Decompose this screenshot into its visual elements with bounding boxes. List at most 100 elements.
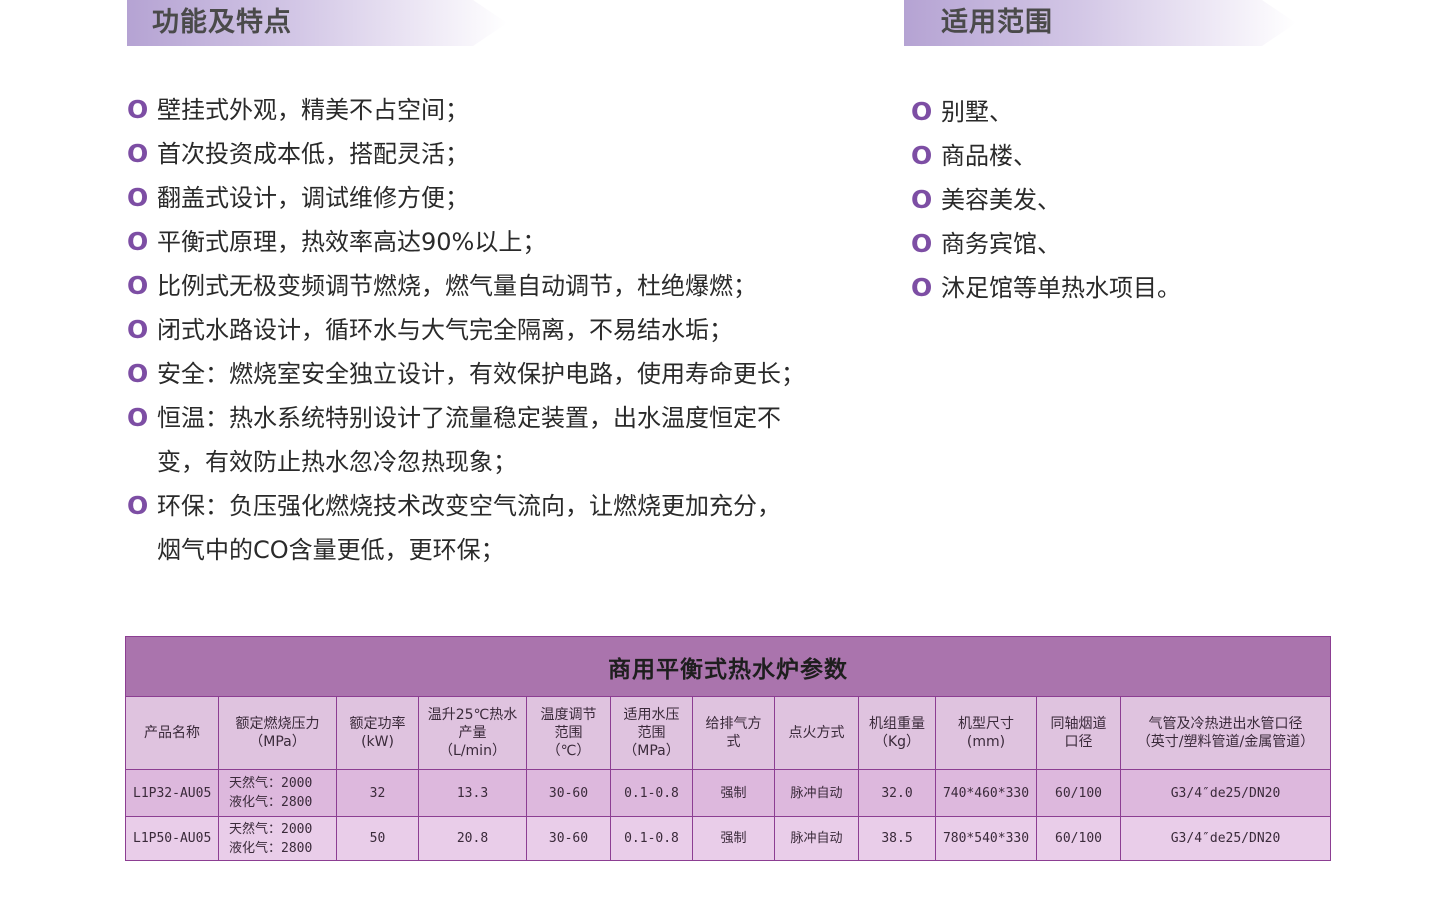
bullet-icon: O bbox=[127, 271, 149, 300]
features-list: O 壁挂式外观，精美不占空间； O 首次投资成本低，搭配灵活； O 翻盖式设计，调试维修方… bbox=[127, 88, 847, 572]
header-text-line: 同轴烟道 bbox=[1050, 716, 1107, 732]
header-text-line: （MPa） bbox=[249, 734, 306, 750]
table-cell: 30-60 bbox=[526, 769, 611, 817]
spec-table-title: 商用平衡式热水炉参数 bbox=[124, 636, 1332, 697]
heading-arrow-notch bbox=[473, 0, 507, 46]
bullet-icon: O bbox=[127, 403, 149, 432]
table-cell: 天然气：2000 液化气：2800 bbox=[218, 769, 337, 817]
table-header-cell: 额定功率 (kW) bbox=[336, 696, 419, 770]
header-text-line: (kW) bbox=[361, 734, 394, 750]
scope-item: O 商品楼、 bbox=[911, 134, 1331, 178]
scope-text: 商品楼、 bbox=[941, 142, 1037, 170]
header-text-line: 口径 bbox=[1064, 734, 1093, 750]
scope-text: 别墅、 bbox=[941, 98, 1013, 126]
bullet-icon: O bbox=[127, 359, 149, 388]
table-header-cell: 温度调节范围 （℃） bbox=[526, 696, 611, 770]
scope-heading: 适用范围 bbox=[941, 7, 1053, 38]
table-cell: 脉冲自动 bbox=[774, 769, 859, 817]
table-cell: 60/100 bbox=[1036, 769, 1121, 817]
cell-text-line: 液化气：2800 bbox=[229, 795, 313, 810]
header-text-line: （英寸/塑料管道/金属管道） bbox=[1136, 734, 1315, 750]
table-cell: 60/100 bbox=[1036, 816, 1121, 861]
header-text-line: 给排气方 bbox=[705, 716, 762, 732]
bullet-icon: O bbox=[911, 273, 933, 302]
table-cell: 0.1-0.8 bbox=[610, 816, 693, 861]
scope-item: O 沐足馆等单热水项目。 bbox=[911, 266, 1331, 310]
feature-text-line: 安全：燃烧室安全独立设计，有效保护电路，使用寿命更长； bbox=[157, 360, 805, 388]
cell-text-line: 天然气：2000 bbox=[229, 821, 313, 837]
table-cell: 强制 bbox=[692, 816, 775, 861]
header-text-line: 范围 bbox=[554, 725, 583, 741]
cell-text-line: 液化气：2800 bbox=[229, 840, 313, 856]
feature-item: O 壁挂式外观，精美不占空间； bbox=[127, 88, 847, 132]
feature-text-line: 变，有效防止热水忽冷忽热现象； bbox=[157, 448, 517, 476]
spec-table-container: 商用平衡式热水炉参数 产品名称 额定燃烧压力 （MPa） 额定功率 (kW) 温升25℃热… bbox=[124, 636, 1332, 861]
table-header-cell: 点火方式 bbox=[774, 696, 859, 770]
table-row: L1P32-AU05 天然气：2000 液化气：2800 32 13.3 30-60 0.1… bbox=[125, 769, 1332, 817]
table-cell: G3/4″de25/DN20 bbox=[1119, 816, 1332, 861]
bullet-icon: O bbox=[911, 97, 933, 126]
table-cell: 20.8 bbox=[418, 816, 527, 861]
table-header-cell: 适用水压范围 （MPa） bbox=[610, 696, 693, 770]
table-cell: 740*460*330 bbox=[935, 769, 1037, 817]
table-header-row: 产品名称 额定燃烧压力 （MPa） 额定功率 (kW) 温升25℃热水 产量 （L/min）温… bbox=[125, 696, 1332, 770]
table-cell: 天然气：2000 液化气：2800 bbox=[218, 816, 337, 861]
table-cell: L1P50-AU05 bbox=[125, 816, 219, 861]
table-cell: G3/4″de25/DN20 bbox=[1119, 769, 1332, 817]
scope-item: O 美容美发、 bbox=[911, 178, 1331, 222]
cell-text-line: 天然气：2000 bbox=[229, 776, 313, 791]
feature-text-line: 环保：负压强化燃烧技术改变空气流向，让燃烧更加充分， bbox=[157, 492, 781, 520]
header-text-line: (mm) bbox=[966, 734, 1006, 750]
table-cell: 780*540*330 bbox=[935, 816, 1037, 861]
feature-text-line: 壁挂式外观，精美不占空间； bbox=[157, 96, 469, 124]
table-cell: 强制 bbox=[692, 769, 775, 817]
header-text-line: 产品名称 bbox=[144, 725, 200, 741]
feature-item: O 首次投资成本低，搭配灵活； bbox=[127, 132, 847, 176]
feature-text-line: 恒温：热水系统特别设计了流量稳定装置，出水温度恒定不 bbox=[157, 404, 781, 432]
bullet-icon: O bbox=[127, 491, 149, 520]
header-text-line: 温升25℃热水 bbox=[427, 707, 518, 723]
bullet-icon: O bbox=[127, 139, 149, 168]
feature-text-line: 烟气中的CO含量更低，更环保； bbox=[157, 536, 505, 564]
scope-text: 商务宾馆、 bbox=[941, 230, 1061, 258]
header-text-line: 产量 bbox=[458, 725, 487, 741]
bullet-icon: O bbox=[127, 95, 149, 124]
feature-item: O 闭式水路设计，循环水与大气完全隔离，不易结水垢； bbox=[127, 308, 847, 352]
spec-table: 商用平衡式热水炉参数 产品名称 额定燃烧压力 （MPa） 额定功率 (kW) 温升25℃热… bbox=[124, 636, 1332, 861]
header-text-line: （MPa） bbox=[623, 743, 680, 759]
table-cell: 38.5 bbox=[858, 816, 936, 861]
feature-item: O 安全：燃烧室安全独立设计，有效保护电路，使用寿命更长； bbox=[127, 352, 847, 396]
table-header-cell: 机组重量 （Kg） bbox=[858, 696, 936, 770]
table-cell: 50 bbox=[336, 816, 419, 861]
bullet-icon: O bbox=[127, 315, 149, 344]
header-text-line: 范围 bbox=[637, 725, 666, 741]
table-header-cell: 气管及冷热进出水管口径 （英寸/塑料管道/金属管道） bbox=[1119, 696, 1332, 770]
feature-item: O 翻盖式设计，调试维修方便； bbox=[127, 176, 847, 220]
feature-item: O 比例式无极变频调节燃烧，燃气量自动调节，杜绝爆燃； bbox=[127, 264, 847, 308]
header-text-line: 温度调节 bbox=[540, 707, 597, 723]
header-text-line: （℃） bbox=[546, 743, 591, 759]
table-cell: 32 bbox=[336, 769, 419, 817]
feature-item: O 平衡式原理，热效率高达90%以上； bbox=[127, 220, 847, 264]
features-heading-banner: 功能及特点 bbox=[127, 0, 507, 46]
table-cell: 0.1-0.8 bbox=[610, 769, 693, 817]
header-text-line: 额定燃烧压力 bbox=[235, 716, 320, 732]
header-text-line: 式 bbox=[726, 734, 741, 750]
bullet-icon: O bbox=[127, 227, 149, 256]
table-row: L1P50-AU05 天然气：2000 液化气：2800 50 20.8 30-60 0.1… bbox=[125, 816, 1332, 861]
table-header-cell: 温升25℃热水 产量 （L/min） bbox=[418, 696, 527, 770]
scope-item: O 别墅、 bbox=[911, 90, 1331, 134]
feature-text-line: 平衡式原理，热效率高达90%以上； bbox=[157, 228, 547, 256]
feature-text-line: 闭式水路设计，循环水与大气完全隔离，不易结水垢； bbox=[157, 316, 733, 344]
header-text-line: 机型尺寸 bbox=[958, 716, 1014, 732]
table-cell: L1P32-AU05 bbox=[125, 769, 219, 817]
table-cell: 32.0 bbox=[858, 769, 936, 817]
scope-text: 美容美发、 bbox=[941, 186, 1061, 214]
scope-item: O 商务宾馆、 bbox=[911, 222, 1331, 266]
header-text-line: 适用水压 bbox=[623, 707, 680, 723]
scope-list: O 别墅、 O 商品楼、 O 美容美发、 O 商务宾馆、 O 沐足馆等单热水项目。 bbox=[911, 90, 1331, 310]
table-header-cell: 额定燃烧压力 （MPa） bbox=[218, 696, 337, 770]
feature-text-line: 比例式无极变频调节燃烧，燃气量自动调节，杜绝爆燃； bbox=[157, 272, 757, 300]
table-header-cell: 产品名称 bbox=[125, 696, 219, 770]
table-header-cell: 给排气方式 bbox=[692, 696, 775, 770]
